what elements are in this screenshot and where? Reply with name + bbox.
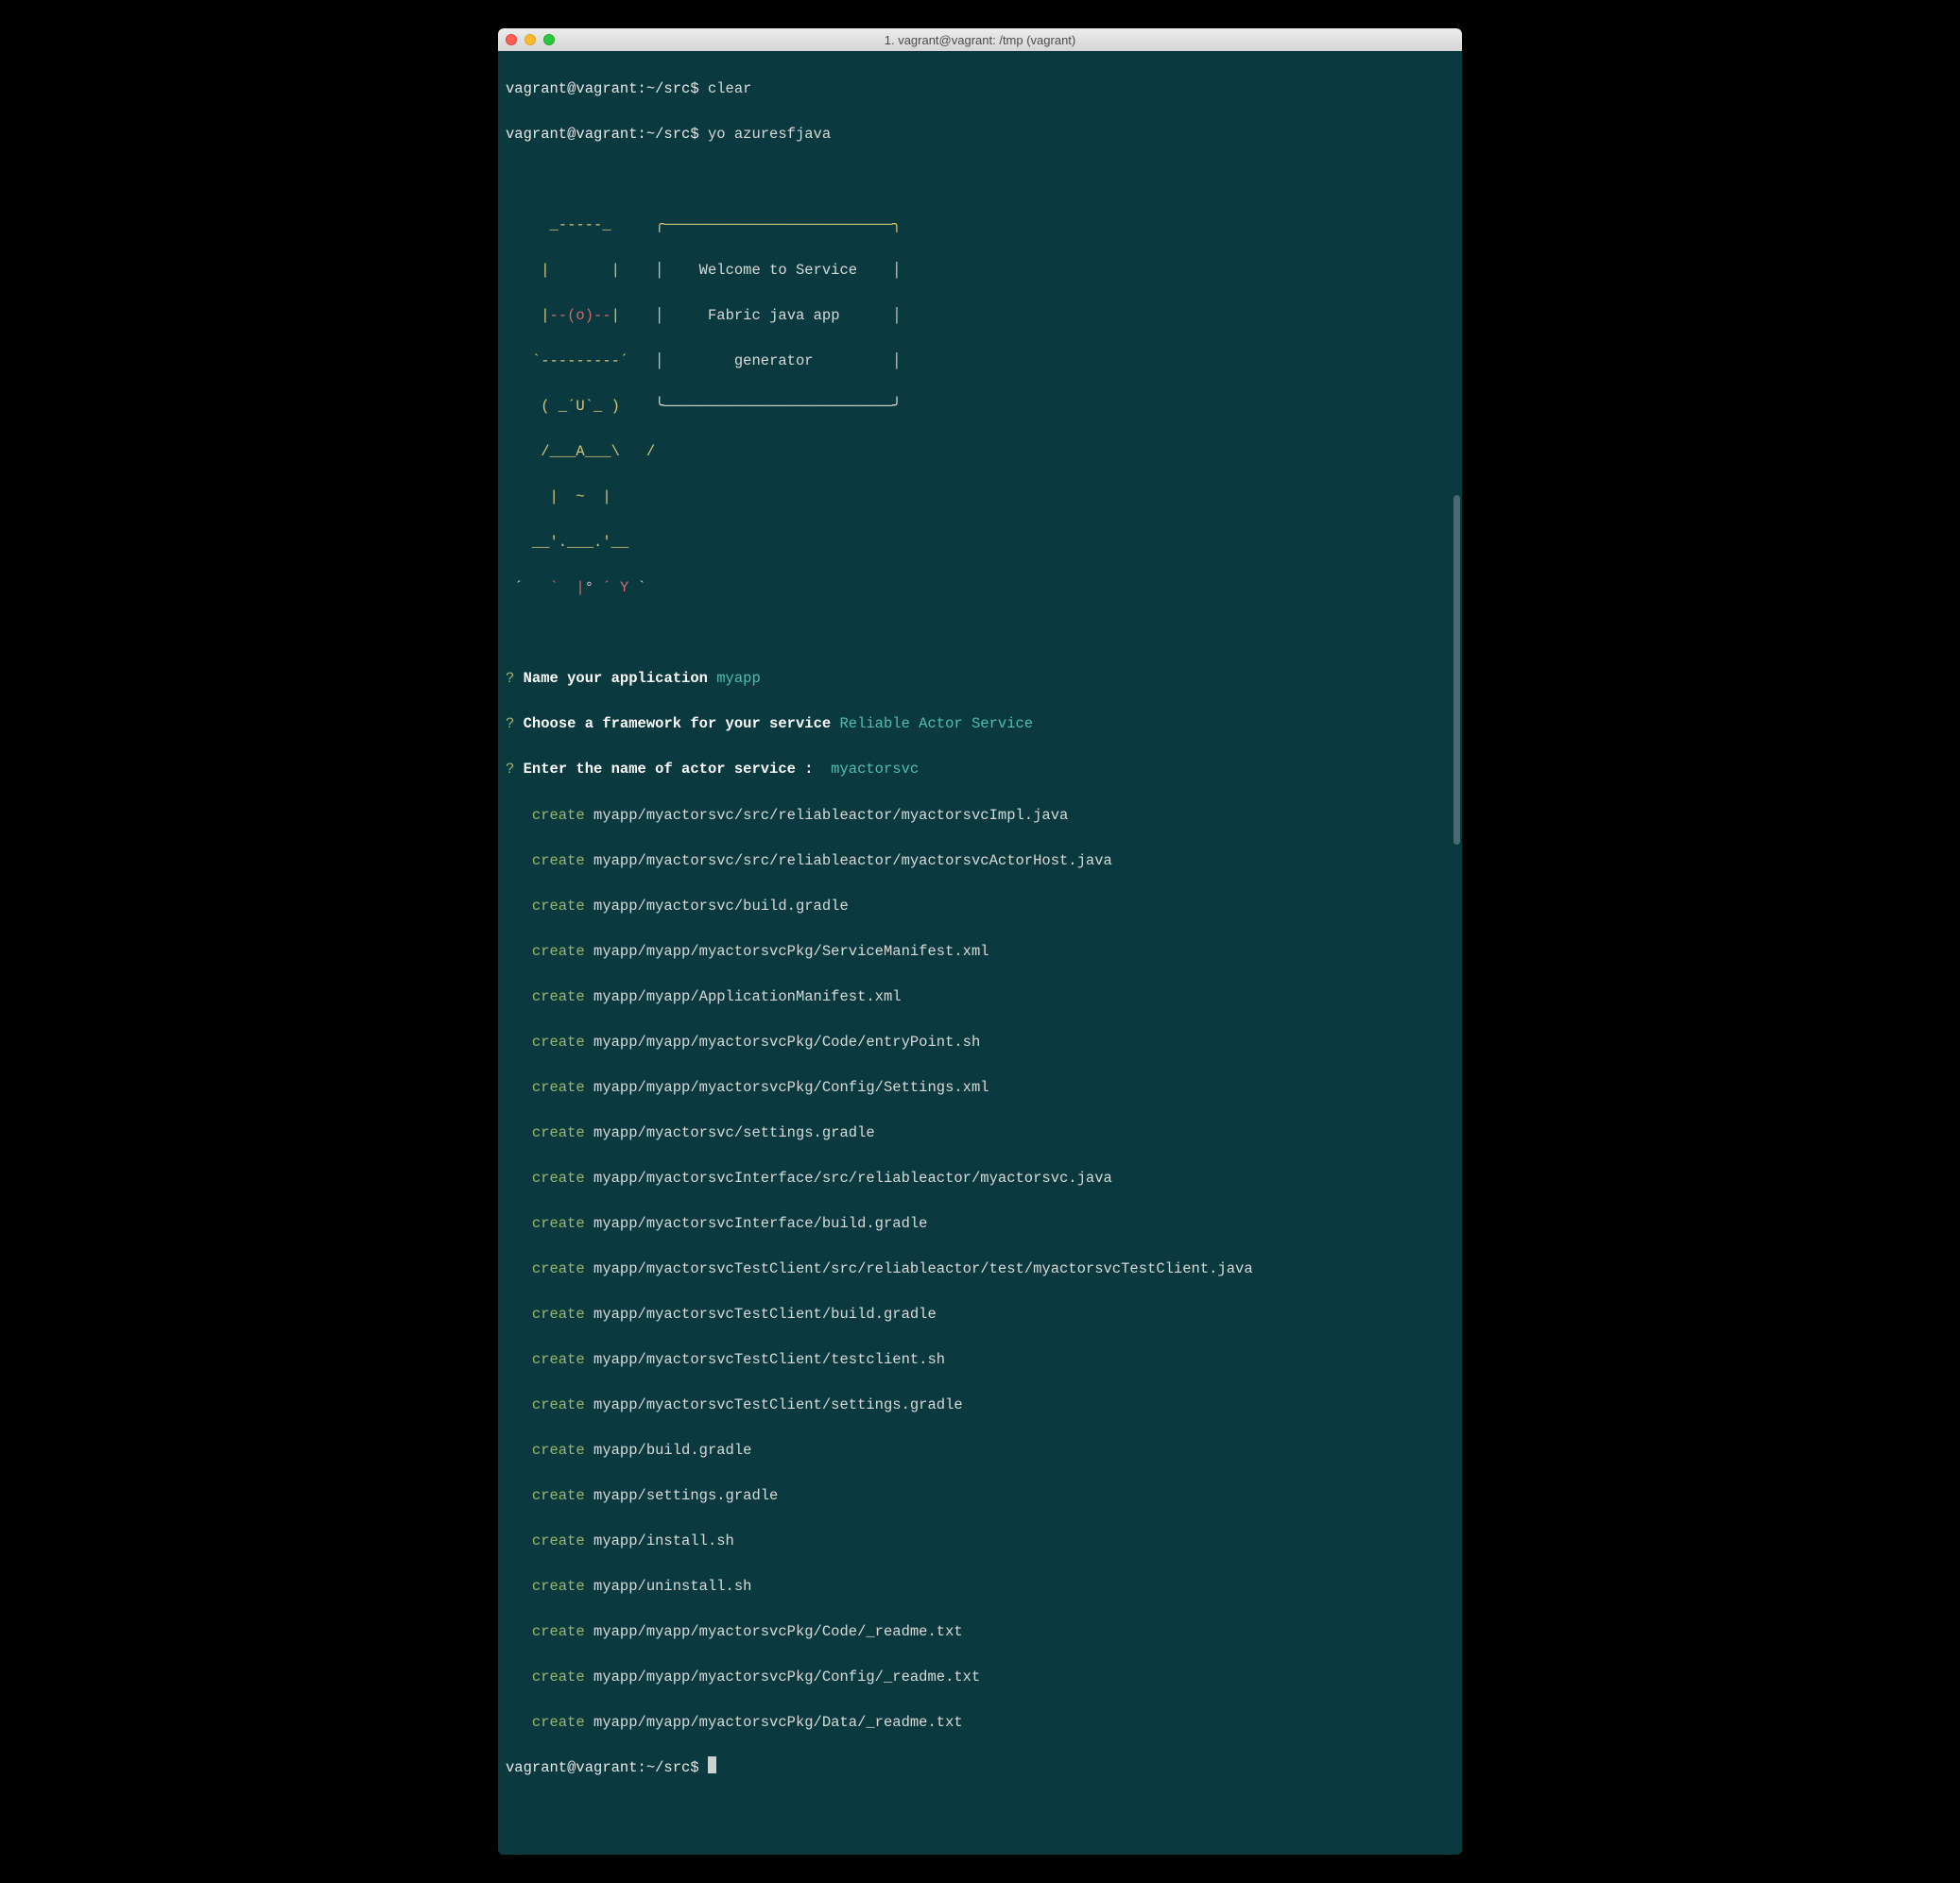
close-icon[interactable] xyxy=(506,34,517,45)
create-line: create myapp/myapp/ApplicationManifest.x… xyxy=(506,985,1454,1008)
prompt-question: ? Enter the name of actor service : myac… xyxy=(506,758,1454,780)
yo-ascii: | | │ Welcome to Service │ xyxy=(506,259,1454,282)
create-line: create myapp/myactorsvc/src/reliableacto… xyxy=(506,849,1454,872)
terminal-window: 1. vagrant@vagrant: /tmp (vagrant) vagra… xyxy=(498,28,1462,1855)
window-controls xyxy=(506,34,555,45)
create-line: create myapp/myactorsvc/settings.gradle xyxy=(506,1121,1454,1144)
yo-ascii: __'.___.'__ xyxy=(506,531,1454,554)
scrollbar-thumb[interactable] xyxy=(1453,495,1460,845)
create-line: create myapp/uninstall.sh xyxy=(506,1575,1454,1598)
create-line: create myapp/myapp/myactorsvcPkg/Service… xyxy=(506,940,1454,963)
prompt: vagrant@vagrant:~/src$ xyxy=(506,80,708,97)
create-line: create myapp/build.gradle xyxy=(506,1439,1454,1462)
create-line: create myapp/myapp/myactorsvcPkg/Code/_r… xyxy=(506,1620,1454,1643)
cmd-line-2: vagrant@vagrant:~/src$ yo azuresfjava xyxy=(506,123,1454,146)
create-line: create myapp/myapp/myactorsvcPkg/Config/… xyxy=(506,1076,1454,1099)
answer-value: myapp xyxy=(716,670,761,687)
prompt: vagrant@vagrant:~/src$ xyxy=(506,1759,708,1776)
create-line: create myapp/myapp/myactorsvcPkg/Config/… xyxy=(506,1666,1454,1688)
yo-ascii: | ~ | xyxy=(506,486,1454,508)
create-line: create myapp/myactorsvcTestClient/settin… xyxy=(506,1394,1454,1416)
answer-value: myactorsvc xyxy=(831,761,919,778)
command-text: clear xyxy=(708,80,752,97)
create-line: create myapp/myactorsvcInterface/src/rel… xyxy=(506,1167,1454,1190)
create-line: create myapp/install.sh xyxy=(506,1530,1454,1552)
prompt: vagrant@vagrant:~/src$ xyxy=(506,126,708,143)
cursor-icon xyxy=(708,1756,716,1773)
answer-value: Reliable Actor Service xyxy=(839,715,1033,732)
question-mark-icon: ? xyxy=(506,670,514,687)
yo-ascii: _-----_ ╭──────────────────────────╮ xyxy=(506,214,1454,236)
window-title: 1. vagrant@vagrant: /tmp (vagrant) xyxy=(498,33,1462,47)
yo-ascii: ´ ` |° ´ Y ` xyxy=(506,576,1454,599)
command-text: yo azuresfjava xyxy=(708,126,831,143)
cmd-line-1: vagrant@vagrant:~/src$ clear xyxy=(506,77,1454,100)
question-mark-icon: ? xyxy=(506,761,514,778)
create-line: create myapp/myactorsvcTestClient/testcl… xyxy=(506,1348,1454,1371)
yo-ascii: `---------´ │ generator │ xyxy=(506,350,1454,372)
create-line: create myapp/myactorsvcInterface/build.g… xyxy=(506,1212,1454,1235)
terminal-content[interactable]: vagrant@vagrant:~/src$ clear vagrant@vag… xyxy=(498,51,1462,1855)
minimize-icon[interactable] xyxy=(524,34,536,45)
create-line: create myapp/myapp/myactorsvcPkg/Data/_r… xyxy=(506,1711,1454,1734)
create-line: create myapp/myactorsvc/build.gradle xyxy=(506,895,1454,917)
prompt-question: ? Name your application myapp xyxy=(506,667,1454,690)
prompt-question: ? Choose a framework for your service Re… xyxy=(506,712,1454,735)
create-line: create myapp/myactorsvc/src/reliableacto… xyxy=(506,804,1454,827)
cmd-line-3[interactable]: vagrant@vagrant:~/src$ xyxy=(506,1756,1454,1779)
question-mark-icon: ? xyxy=(506,715,514,732)
zoom-icon[interactable] xyxy=(543,34,555,45)
create-line: create myapp/myapp/myactorsvcPkg/Code/en… xyxy=(506,1031,1454,1053)
create-line: create myapp/settings.gradle xyxy=(506,1484,1454,1507)
yo-ascii: /___A___\ / xyxy=(506,440,1454,463)
create-line: create myapp/myactorsvcTestClient/src/re… xyxy=(506,1258,1454,1280)
titlebar[interactable]: 1. vagrant@vagrant: /tmp (vagrant) xyxy=(498,28,1462,51)
yo-ascii: ( _´U`_ ) ╰──────────────────────────╯ xyxy=(506,395,1454,418)
yo-ascii: |--(o)--| │ Fabric java app │ xyxy=(506,304,1454,327)
create-line: create myapp/myactorsvcTestClient/build.… xyxy=(506,1303,1454,1326)
